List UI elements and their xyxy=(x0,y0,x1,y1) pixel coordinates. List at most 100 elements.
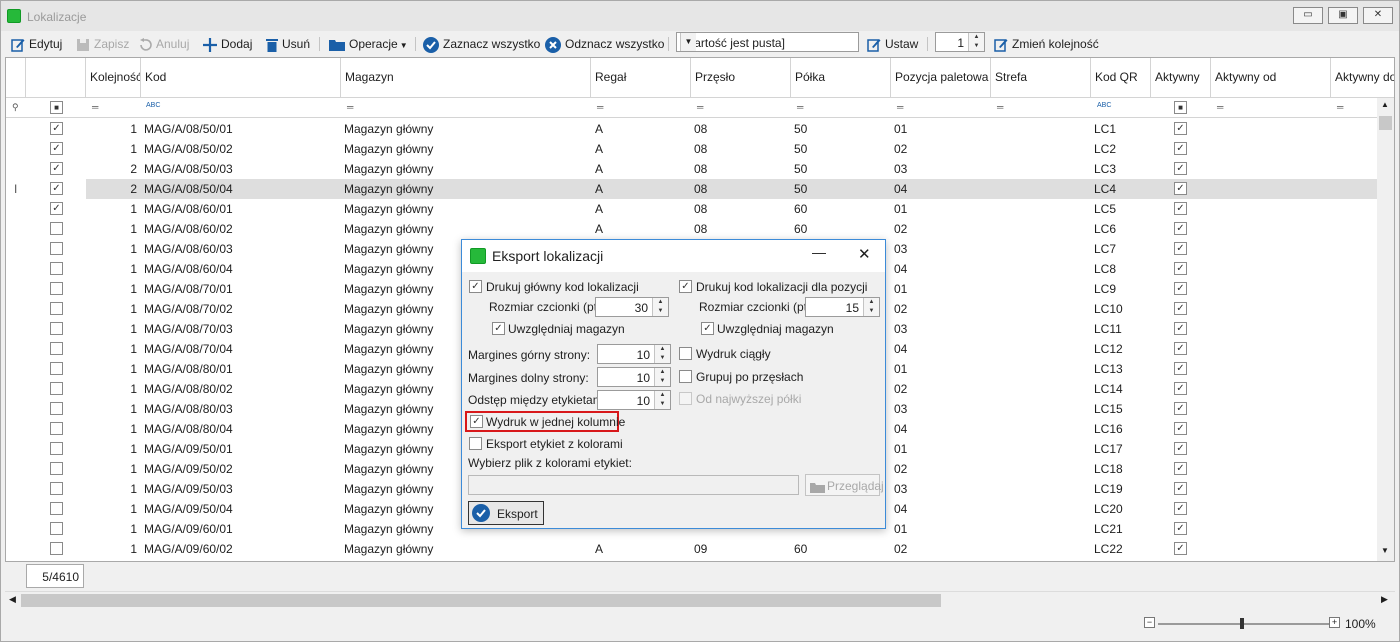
column-header[interactable]: Kolejność xyxy=(86,58,141,98)
row-select-checkbox[interactable] xyxy=(50,222,63,235)
filter-equals-icon[interactable]: ═ xyxy=(697,102,703,112)
column-header[interactable]: Aktywny od xyxy=(1211,58,1331,98)
active-checkbox[interactable]: ✓ xyxy=(1174,422,1187,435)
active-checkbox[interactable]: ✓ xyxy=(1174,462,1187,475)
row-select-checkbox[interactable] xyxy=(50,402,63,415)
filter-pin-icon[interactable]: ⚲ xyxy=(12,102,19,113)
row-select-checkbox[interactable]: ✓ xyxy=(50,202,63,215)
filter-equals-icon[interactable]: ═ xyxy=(1337,102,1343,112)
minimize-button[interactable]: ▭ xyxy=(1293,7,1323,24)
single-column-checkbox[interactable]: ✓ xyxy=(470,415,483,428)
arrow-down-icon[interactable]: ▼ xyxy=(655,377,670,386)
table-row[interactable]: 1 MAG/A/08/60/02 Magazyn główny A 08 60 02 LC6 ✓ xyxy=(6,219,1377,239)
row-select-checkbox[interactable] xyxy=(50,442,63,455)
spinner-arrows[interactable]: ▲ ▼ xyxy=(968,33,984,51)
row-select-checkbox[interactable] xyxy=(50,362,63,375)
value-combo[interactable]: [Wartość jest pusta] ▼ xyxy=(676,32,859,52)
active-checkbox[interactable]: ✓ xyxy=(1174,542,1187,555)
dialog-close-button[interactable]: ✕ xyxy=(858,245,871,263)
continuous-checkbox[interactable] xyxy=(679,347,692,360)
active-checkbox[interactable]: ✓ xyxy=(1174,362,1187,375)
active-checkbox[interactable]: ✓ xyxy=(1174,382,1187,395)
delete-button[interactable]: Usuń xyxy=(266,34,310,54)
scroll-thumb[interactable] xyxy=(1379,116,1392,130)
export-button[interactable]: Eksport xyxy=(468,501,544,525)
close-button[interactable]: ✕ xyxy=(1363,7,1393,24)
deselect-all-button[interactable]: Odznacz wszystko xyxy=(545,34,664,54)
table-row[interactable]: ✓ 1 MAG/A/08/50/02 Magazyn główny A 08 50 02 LC2… xyxy=(6,139,1377,159)
chevron-down-icon[interactable]: ▼ xyxy=(680,33,696,51)
active-checkbox[interactable]: ✓ xyxy=(1174,402,1187,415)
browse-button[interactable]: Przeglądaj xyxy=(805,474,884,496)
filter-text-icon[interactable]: ABC xyxy=(1097,102,1111,109)
spinner-arrows[interactable]: ▲ ▼ xyxy=(654,345,670,363)
arrow-up-icon[interactable]: ▲ xyxy=(655,391,670,400)
column-header[interactable]: Przęsło xyxy=(691,58,791,98)
table-row[interactable]: ✓ 2 MAG/A/08/50/03 Magazyn główny A 08 50 03 LC3… xyxy=(6,159,1377,179)
color-file-input[interactable] xyxy=(468,475,799,495)
zoom-in-button[interactable]: + xyxy=(1329,617,1340,628)
edit-button[interactable]: Edytuj xyxy=(11,34,62,54)
column-header[interactable]: Pozycja paletowa xyxy=(891,58,991,98)
filter-equals-icon[interactable]: ═ xyxy=(1217,102,1223,112)
row-select-checkbox[interactable]: ✓ xyxy=(50,182,63,195)
active-checkbox[interactable]: ✓ xyxy=(1174,302,1187,315)
spinner-arrows[interactable]: ▲ ▼ xyxy=(652,298,668,316)
table-row[interactable]: ✓ 2 MAG/A/08/50/04 Magazyn główny A 08 50 04 LC4… xyxy=(6,179,1377,199)
column-header[interactable]: Aktywny do xyxy=(1331,58,1394,98)
spinner-arrows[interactable]: ▲ ▼ xyxy=(654,368,670,386)
print-pos-checkbox[interactable]: ✓ xyxy=(679,280,692,293)
row-select-checkbox[interactable] xyxy=(50,302,63,315)
row-select-checkbox[interactable] xyxy=(50,482,63,495)
include-wh-main-checkbox[interactable]: ✓ xyxy=(492,322,505,335)
table-row[interactable]: 1 MAG/A/09/60/02 Magazyn główny A 09 60 02 LC22… xyxy=(6,539,1377,559)
arrow-up-icon[interactable]: ▲ xyxy=(655,368,670,377)
row-select-checkbox[interactable]: ✓ xyxy=(50,162,63,175)
table-row[interactable]: ✓ 1 MAG/A/08/60/01 Magazyn główny A 08 60 01 LC5… xyxy=(6,199,1377,219)
arrow-up-icon[interactable]: ▲ xyxy=(864,298,879,307)
arrow-up-icon[interactable]: ▲ xyxy=(653,298,668,307)
row-select-checkbox[interactable] xyxy=(50,422,63,435)
arrow-down-icon[interactable]: ▼ xyxy=(655,354,670,363)
export-colors-checkbox[interactable] xyxy=(469,437,482,450)
active-checkbox[interactable]: ✓ xyxy=(1174,482,1187,495)
filter-equals-icon[interactable]: ═ xyxy=(797,102,803,112)
active-checkbox[interactable]: ✓ xyxy=(1174,142,1187,155)
spinner-arrows[interactable]: ▲ ▼ xyxy=(863,298,879,316)
horizontal-scrollbar[interactable]: ◀ ▶ xyxy=(5,591,1395,608)
row-select-checkbox[interactable] xyxy=(50,462,63,475)
vertical-scrollbar[interactable]: ▲ ▼ xyxy=(1377,98,1394,561)
cancel-button[interactable]: Anuluj xyxy=(138,34,189,54)
zoom-slider-thumb[interactable] xyxy=(1240,618,1244,629)
active-checkbox[interactable]: ✓ xyxy=(1174,162,1187,175)
zoom-track[interactable] xyxy=(1158,623,1330,625)
row-select-checkbox[interactable] xyxy=(50,322,63,335)
column-header[interactable]: Magazyn xyxy=(341,58,591,98)
filter-equals-icon[interactable]: ═ xyxy=(597,102,603,112)
arrow-down-icon[interactable]: ▼ xyxy=(653,307,668,316)
change-order-button[interactable]: Zmień kolejność xyxy=(994,34,1099,54)
filter-text-icon[interactable]: ABC xyxy=(146,102,160,109)
operations-menu[interactable]: Operacje ▼ xyxy=(329,34,408,54)
active-checkbox[interactable]: ✓ xyxy=(1174,282,1187,295)
margin-bottom-spinner[interactable]: 10 ▲ ▼ xyxy=(597,367,671,387)
arrow-down-icon[interactable]: ▼ xyxy=(864,307,879,316)
filter-equals-icon[interactable]: ═ xyxy=(92,102,98,112)
active-checkbox[interactable]: ✓ xyxy=(1174,502,1187,515)
scroll-thumb[interactable] xyxy=(21,594,941,607)
column-header[interactable]: Kod xyxy=(141,58,341,98)
zoom-out-button[interactable]: − xyxy=(1144,617,1155,628)
active-checkbox[interactable]: ✓ xyxy=(1174,522,1187,535)
column-header[interactable]: Regał xyxy=(591,58,691,98)
select-all-button[interactable]: Zaznacz wszystko xyxy=(423,34,540,54)
active-checkbox[interactable]: ✓ xyxy=(1174,222,1187,235)
font-size-main-spinner[interactable]: 30 ▲ ▼ xyxy=(595,297,669,317)
arrow-down-icon[interactable]: ▼ xyxy=(969,42,984,51)
arrow-down-icon[interactable]: ▼ xyxy=(655,400,670,409)
scroll-down-icon[interactable]: ▼ xyxy=(1381,546,1389,555)
column-header[interactable]: Strefa xyxy=(991,58,1091,98)
maximize-button[interactable]: ▣ xyxy=(1328,7,1358,24)
include-wh-pos-checkbox[interactable]: ✓ xyxy=(701,322,714,335)
filter-equals-icon[interactable]: ═ xyxy=(897,102,903,112)
scroll-left-icon[interactable]: ◀ xyxy=(9,594,16,605)
